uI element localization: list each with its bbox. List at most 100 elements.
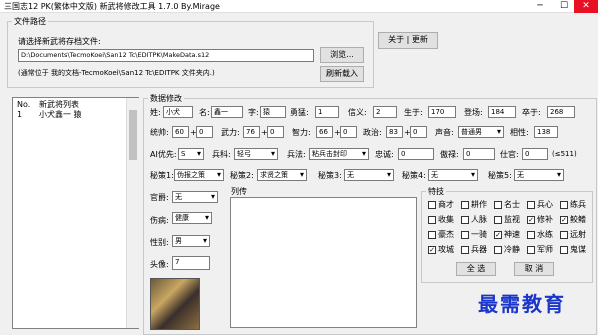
given-name-label: 名: [199,108,210,117]
trait-checkbox[interactable] [560,231,568,239]
trait-checkbox[interactable] [461,216,469,224]
trait-checkbox[interactable] [461,201,469,209]
voice-select[interactable]: 普通男 [458,126,504,138]
death-input[interactable]: 268 [547,106,575,118]
ai-priority-label: AI优先: [150,150,177,159]
tactic-select[interactable]: 粘兵击封印 [309,148,369,160]
unit-select[interactable]: 轻弓 [234,148,278,160]
close-button[interactable]: ✕ [574,0,598,13]
injury-label: 伤病: [150,216,169,225]
trait-checkbox[interactable] [494,216,502,224]
compat-input[interactable]: 138 [534,126,558,138]
secret4-label: 秘策4: [402,171,426,180]
minimize-button[interactable]: ─ [530,0,550,13]
trait-label: 名士 [504,200,520,209]
trait-checkbox[interactable] [560,201,568,209]
trait-checkbox[interactable] [428,216,436,224]
trait-checkbox[interactable]: ✓ [494,231,502,239]
trait-label: 耕作 [471,200,487,209]
appear-input[interactable]: 184 [488,106,516,118]
pol-bonus-input[interactable]: 0 [410,126,427,138]
loyalty-input[interactable]: 0 [398,148,434,160]
trait-label: 商才 [438,200,454,209]
gender-label: 性别: [150,238,169,247]
gender-select[interactable]: 男 [172,235,210,247]
list-item-name: 小犬鑫一 猿 [39,110,82,119]
trait-checkbox[interactable] [527,201,535,209]
browse-button[interactable]: 浏览... [320,47,364,63]
office-select[interactable]: 无 [172,191,218,203]
compat-label: 相性: [510,128,529,137]
cancel-button[interactable]: 取 消 [514,262,554,276]
ai-priority-select[interactable]: S [178,148,204,160]
duty-input[interactable]: 2 [373,106,397,118]
secret4-select[interactable]: 无 [428,169,478,181]
biography-label: 列传 [231,187,247,196]
injury-select[interactable]: 健康 [172,212,212,224]
maximize-button[interactable]: ☐ [554,0,574,13]
trait-checkbox[interactable] [461,246,469,254]
valor-input[interactable]: 1 [315,106,339,118]
trait-checkbox[interactable] [560,246,568,254]
file-path-legend: 文件路径 [14,17,46,26]
general-list[interactable]: No. 新武将列表 1 小犬鑫一 猿 [12,97,139,329]
trait-checkbox[interactable]: ✓ [428,246,436,254]
haughty-input[interactable]: 0 [463,148,495,160]
given-name-input[interactable]: 鑫一 [211,106,243,118]
lead-label: 统帅: [150,128,169,137]
trait-label: 军师 [537,245,553,254]
about-update-button[interactable]: 关于 | 更新 [378,32,438,49]
int-bonus-input[interactable]: 0 [340,126,357,138]
trait-label: 兵心 [537,200,553,209]
trait-checkbox[interactable] [494,246,502,254]
loyalty-label: 忠诚: [375,150,394,159]
trait-checkbox[interactable] [527,231,535,239]
secret1-select[interactable]: 伪报之策 [174,169,224,181]
list-item-no: 1 [17,110,23,119]
trait-checkbox[interactable] [461,231,469,239]
surname-input[interactable]: 小犬 [163,106,193,118]
rank-input[interactable]: 0 [522,148,548,160]
appear-label: 登场: [464,108,483,117]
list-scroll-thumb[interactable] [129,110,137,160]
tactic-label: 兵法: [287,150,306,159]
select-all-button[interactable]: 全 选 [456,262,496,276]
biography-textarea[interactable] [230,197,417,328]
born-input[interactable]: 170 [428,106,456,118]
reload-button[interactable]: 刷新载入 [320,66,364,82]
trait-label: 收集 [438,215,454,224]
int-input[interactable]: 66 [316,126,333,138]
rank-label: 仕官: [500,150,519,159]
list-scrollbar[interactable] [126,98,139,328]
secret5-select[interactable]: 无 [514,169,564,181]
secret1-label: 秘策1: [150,171,174,180]
trait-label: 练兵 [570,200,586,209]
file-path-input[interactable]: D:\Documents\TecmoKoei\San12 Tc\EDITPK\M… [18,49,314,62]
trait-checkbox[interactable] [428,201,436,209]
trait-checkbox[interactable]: ✓ [527,216,535,224]
secret2-select[interactable]: 求贤之策 [257,169,307,181]
surname-label: 姓: [150,108,161,117]
trait-checkbox[interactable]: ✓ [560,216,568,224]
style-name-input[interactable]: 猿 [260,106,286,118]
trait-label: 兵器 [471,245,487,254]
pol-input[interactable]: 83 [386,126,403,138]
trait-label: 一骑 [471,230,487,239]
trait-checkbox[interactable] [527,246,535,254]
portrait-input[interactable]: 7 [172,256,210,270]
watermark-text: 最需教育 [478,292,566,316]
trait-checkbox[interactable] [494,201,502,209]
trait-label: 豪杰 [438,230,454,239]
trait-checkbox[interactable] [428,231,436,239]
war-input[interactable]: 76 [243,126,260,138]
trait-label: 鬼谋 [570,245,586,254]
traits-legend: 特技 [428,187,444,196]
lead-bonus-input[interactable]: 0 [196,126,213,138]
trait-label: 监视 [504,215,520,224]
death-label: 卒于: [522,108,541,117]
check-icon: ✓ [495,231,501,239]
secret3-select[interactable]: 无 [344,169,394,181]
lead-input[interactable]: 60 [172,126,189,138]
war-bonus-input[interactable]: 0 [267,126,284,138]
list-item[interactable]: 1 小犬鑫一 猿 [15,109,125,120]
